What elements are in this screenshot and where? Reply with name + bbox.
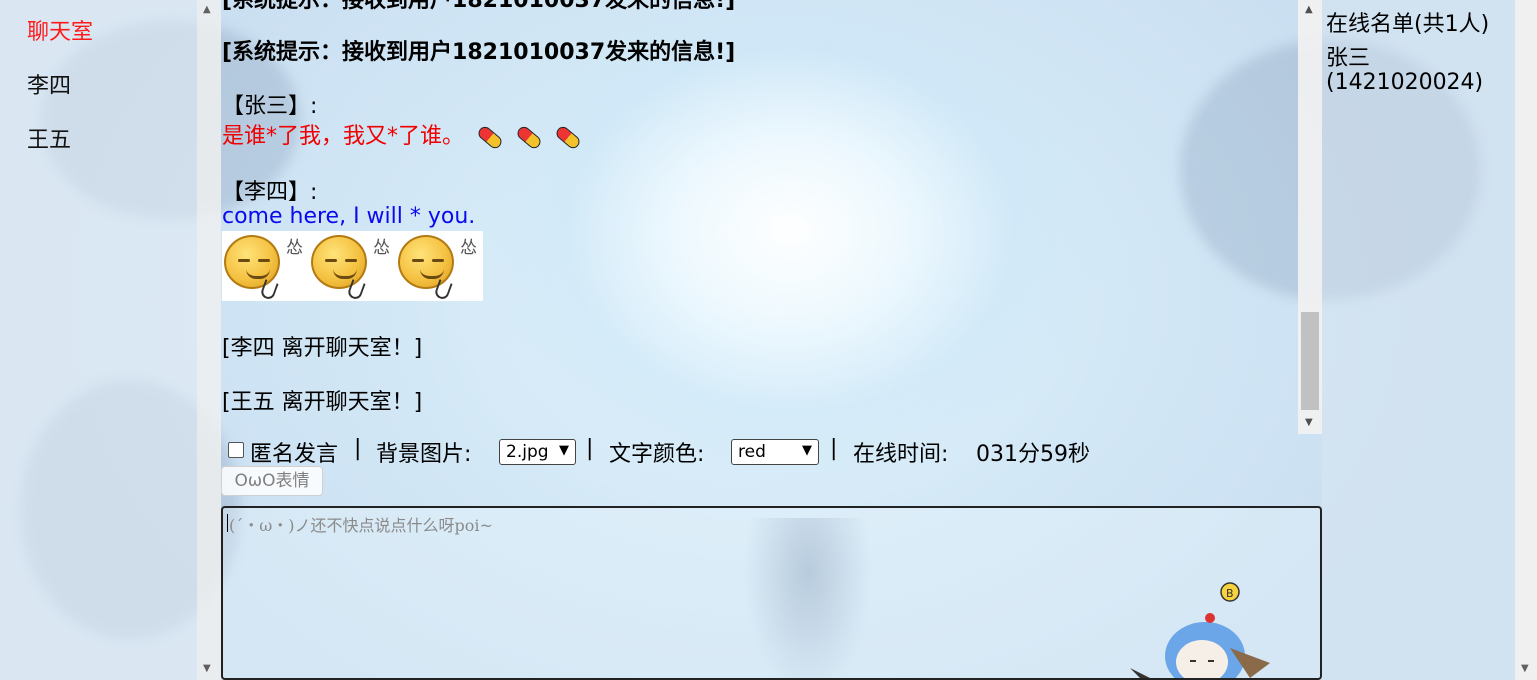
message-input[interactable]: (´・ω・)ノ还不快点说点什么呀poi~ B: [221, 506, 1322, 680]
online-list-panel: 在线名单(共1人) 张三 (1421020024): [1322, 0, 1515, 680]
anonymous-checkbox[interactable]: [228, 442, 244, 458]
svg-text:B: B: [1226, 587, 1234, 600]
message-text-content: 是谁*了我，我又*了谁。: [222, 124, 465, 149]
online-list-title: 在线名单(共1人): [1326, 12, 1490, 37]
page-scrollbar-left[interactable]: ▲ ▼: [197, 0, 221, 680]
message-input-placeholder: (´・ω・)ノ还不快点说点什么呀poi~: [229, 516, 493, 535]
background-label: 背景图片:: [376, 442, 472, 467]
angry-face-emoji: 怂: [396, 231, 483, 301]
scroll-down-icon[interactable]: ▼: [1521, 663, 1529, 674]
chevron-down-icon: ▼: [559, 443, 569, 458]
emoji-button[interactable]: OωO表情: [221, 466, 323, 496]
message-text: come here, I will * you.: [222, 204, 476, 229]
angry-face-emoji: 怂: [222, 231, 309, 301]
online-user-name[interactable]: 张三: [1326, 40, 1370, 72]
scroll-down-icon[interactable]: ▼: [203, 663, 211, 674]
online-time-value: 031分59秒: [976, 442, 1090, 467]
online-user-id: (1421020024): [1326, 70, 1484, 95]
message-sender: 【张三】:: [222, 94, 318, 119]
system-message-clipped: [系统提示：接收到用户1821010037发来的信息!]: [222, 0, 736, 13]
nav-item-chatroom[interactable]: 聊天室: [27, 14, 93, 46]
nav-item-wangwu[interactable]: 王五: [27, 122, 71, 154]
background-select[interactable]: 2.jpg ▼: [499, 439, 576, 465]
left-nav: 聊天室 李四 王五: [0, 0, 197, 680]
system-leave-message: [李四 离开聊天室！]: [222, 336, 423, 361]
separator: |: [354, 436, 362, 461]
text-color-select-value: red: [738, 442, 766, 462]
message-text: 是谁*了我，我又*了谁。: [222, 118, 583, 151]
system-message: [系统提示：接收到用户1821010037发来的信息!]: [222, 40, 736, 65]
scrollbar-thumb[interactable]: [1301, 312, 1319, 410]
chibi-character-image: B: [1130, 582, 1270, 678]
message-sender: 【李四】:: [222, 180, 318, 205]
message-scrollbar[interactable]: ▲ ▼: [1298, 0, 1322, 434]
anonymous-label: 匿名发言: [250, 442, 339, 467]
nav-item-lisi[interactable]: 李四: [27, 68, 71, 100]
online-time-label: 在线时间:: [853, 442, 949, 467]
page-scrollbar[interactable]: ▼: [1515, 0, 1537, 680]
scroll-up-icon[interactable]: ▲: [1305, 4, 1313, 15]
pill-icon: [514, 123, 544, 151]
chat-controls: 匿名发言 | 背景图片: 2.jpg ▼ | 文字颜色: red ▼ | 在线时…: [226, 436, 1306, 467]
text-color-select[interactable]: red ▼: [731, 439, 819, 465]
scroll-down-icon[interactable]: ▼: [1305, 417, 1313, 428]
chevron-down-icon: ▼: [802, 443, 812, 458]
separator: |: [830, 436, 838, 461]
message-list: [系统提示：接收到用户1821010037发来的信息!] [系统提示：接收到用户…: [222, 0, 1292, 434]
background-select-value: 2.jpg: [506, 442, 549, 462]
pill-icon: [475, 123, 505, 151]
pill-icon: [553, 123, 583, 151]
text-color-label: 文字颜色:: [609, 442, 705, 467]
system-leave-message: [王五 离开聊天室！]: [222, 390, 423, 415]
text-cursor: [227, 514, 228, 532]
separator: |: [586, 436, 594, 461]
scroll-up-icon[interactable]: ▲: [203, 4, 211, 15]
angry-face-emoji: 怂: [309, 231, 396, 301]
background-figure: [743, 518, 873, 678]
